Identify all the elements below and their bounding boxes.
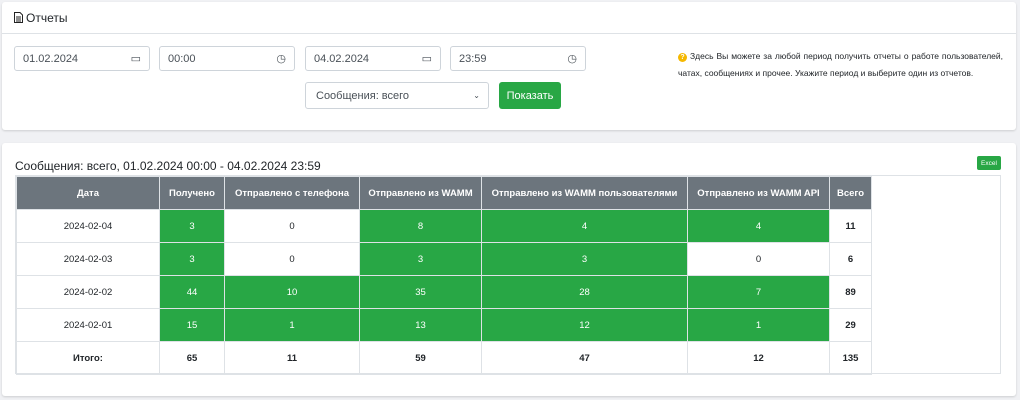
table-cell: 13 — [359, 308, 482, 342]
total-cell: 65 — [159, 341, 225, 375]
date-to-input[interactable]: 04.02.2024 ▭ — [305, 46, 441, 71]
clock-icon: ◷ — [276, 53, 286, 65]
total-cell: Итого: — [16, 341, 160, 375]
card-header: Отчеты — [2, 2, 1016, 34]
date-from-input[interactable]: 01.02.2024 ▭ — [14, 46, 150, 71]
column-header: Получено — [159, 176, 225, 210]
help-text-content: Здесь Вы можете за любой период получить… — [678, 51, 1003, 78]
show-button[interactable]: Показать — [499, 82, 561, 109]
column-header: Отправлено из WAMM — [359, 176, 482, 210]
table-cell: 29 — [829, 308, 872, 342]
column-header: Отправлено из WAMM пользователями — [481, 176, 688, 210]
table-row: 2024-02-03 3 0 3 3 0 6 — [16, 242, 872, 276]
time-from-value: 00:00 — [168, 52, 196, 65]
report-type-value: Сообщения: всего — [316, 89, 410, 102]
table-cell: 0 — [224, 209, 360, 243]
table-row: 2024-02-01 15 1 13 12 1 29 — [16, 308, 872, 342]
table-cell: 10 — [224, 275, 360, 309]
clock-icon: ◷ — [567, 53, 577, 65]
table-cell: 3 — [359, 242, 482, 276]
calendar-icon: ▭ — [421, 53, 432, 65]
question-icon: ? — [678, 53, 687, 62]
calendar-icon: ▭ — [130, 53, 141, 65]
help-text: ? Здесь Вы можете за любой период получит… — [678, 48, 1003, 82]
table-cell: 0 — [687, 242, 830, 276]
table-cell: 4 — [481, 209, 688, 243]
time-from-input[interactable]: 00:00 ◷ — [159, 46, 295, 71]
table-row: 2024-02-04 3 0 8 4 4 11 — [16, 209, 872, 243]
time-to-value: 23:59 — [459, 52, 487, 65]
total-cell: 47 — [481, 341, 688, 375]
table-cell: 1 — [687, 308, 830, 342]
totals-row: Итого: 65 11 59 47 12 135 — [16, 341, 872, 375]
table-cell: 2024-02-02 — [16, 275, 160, 309]
table-cell: 0 — [224, 242, 360, 276]
date-to-value: 04.02.2024 — [314, 52, 370, 65]
table-cell: 4 — [687, 209, 830, 243]
table-cell: 15 — [159, 308, 225, 342]
table-cell: 35 — [359, 275, 482, 309]
table-cell: 3 — [159, 209, 225, 243]
column-header: Дата — [16, 176, 160, 210]
table-cell: 3 — [481, 242, 688, 276]
time-to-input[interactable]: 23:59 ◷ — [450, 46, 586, 71]
report-table: Дата Получено Отправлено с телефона Отправл… — [16, 176, 872, 375]
excel-button[interactable]: Excel — [977, 156, 1001, 170]
table-cell: 2024-02-04 — [16, 209, 160, 243]
total-cell: 12 — [687, 341, 830, 375]
report-title: Сообщения: всего, 01.02.2024 00:00 - 04.… — [15, 159, 321, 173]
table-cell: 2024-02-03 — [16, 242, 160, 276]
total-cell: 135 — [829, 341, 872, 375]
table-cell: 12 — [481, 308, 688, 342]
column-header: Всего — [829, 176, 872, 210]
table-cell: 44 — [159, 275, 225, 309]
table-cell: 6 — [829, 242, 872, 276]
table-cell: 8 — [359, 209, 482, 243]
page-title: Отчеты — [26, 10, 68, 25]
table-cell: 2024-02-01 — [16, 308, 160, 342]
table-row: 2024-02-02 44 10 35 28 7 89 — [16, 275, 872, 309]
date-from-value: 01.02.2024 — [23, 52, 79, 65]
table-cell: 7 — [687, 275, 830, 309]
file-text-icon — [14, 12, 23, 23]
total-cell: 11 — [224, 341, 360, 375]
table-cell: 11 — [829, 209, 872, 243]
report-card: Сообщения: всего, 01.02.2024 00:00 - 04.… — [2, 143, 1016, 396]
chevron-down-icon: ⌄ — [473, 91, 480, 100]
column-header: Отправлено с телефона — [224, 176, 360, 210]
table-wrapper: Дата Получено Отправлено с телефона Отправл… — [15, 175, 1001, 375]
report-type-select[interactable]: Сообщения: всего ⌄ — [305, 82, 489, 109]
table-cell: 28 — [481, 275, 688, 309]
column-header: Отправлено из WAMM API — [687, 176, 830, 210]
table-cell: 89 — [829, 275, 872, 309]
total-cell: 59 — [359, 341, 482, 375]
filter-card: Отчеты 01.02.2024 ▭ 00:00 ◷ 04.02.2024 ▭ 23… — [2, 2, 1016, 130]
table-cell: 1 — [224, 308, 360, 342]
table-cell: 3 — [159, 242, 225, 276]
